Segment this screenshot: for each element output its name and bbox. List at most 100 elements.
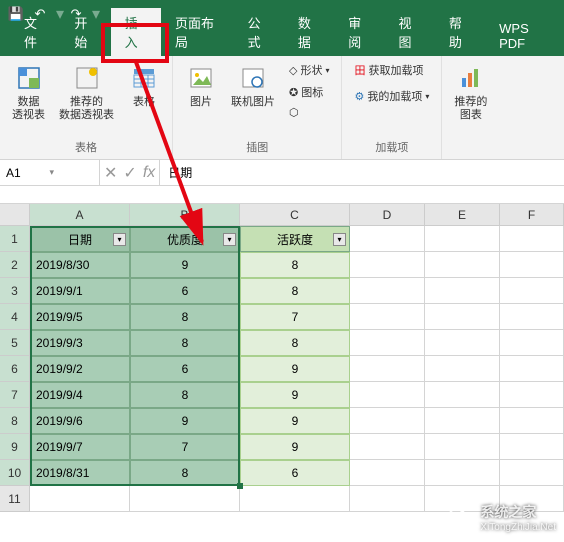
formula-input[interactable]: 日期 — [160, 164, 564, 181]
cell[interactable]: 7 — [130, 434, 240, 460]
cell[interactable] — [500, 278, 564, 304]
cell[interactable]: 2019/9/5 — [30, 304, 130, 330]
cell[interactable]: 2019/8/31 — [30, 460, 130, 486]
recommended-pivot-button[interactable]: 推荐的 数据透视表 — [55, 60, 118, 124]
cell[interactable]: 活跃度▾ — [240, 226, 350, 252]
cell[interactable] — [130, 486, 240, 512]
col-header-d[interactable]: D — [350, 204, 425, 226]
cell[interactable]: 7 — [240, 304, 350, 330]
cell[interactable] — [425, 252, 500, 278]
tab-page-layout[interactable]: 页面布局 — [161, 8, 234, 56]
row-header[interactable]: 5 — [0, 330, 30, 356]
cell[interactable] — [500, 356, 564, 382]
row-header[interactable]: 6 — [0, 356, 30, 382]
col-header-f[interactable]: F — [500, 204, 564, 226]
fx-icon[interactable]: fx — [143, 164, 155, 182]
online-image-button[interactable]: 联机图片 — [227, 60, 279, 111]
cell[interactable] — [425, 434, 500, 460]
cell[interactable]: 2019/9/1 — [30, 278, 130, 304]
cell[interactable] — [500, 330, 564, 356]
cell[interactable]: 8 — [130, 330, 240, 356]
cell[interactable] — [350, 434, 425, 460]
cell[interactable]: 8 — [240, 252, 350, 278]
row-header[interactable]: 2 — [0, 252, 30, 278]
recommended-charts-button[interactable]: 推荐的 图表 — [450, 60, 491, 124]
row-header[interactable]: 3 — [0, 278, 30, 304]
row-header[interactable]: 8 — [0, 408, 30, 434]
tab-wps-pdf[interactable]: WPS PDF — [485, 16, 564, 56]
cell[interactable] — [500, 434, 564, 460]
cell[interactable]: 8 — [240, 278, 350, 304]
get-addons-button[interactable]: 田获取加载项 — [350, 60, 433, 80]
cell[interactable] — [425, 304, 500, 330]
cell[interactable]: 2019/9/4 — [30, 382, 130, 408]
col-header-e[interactable]: E — [425, 204, 500, 226]
cell[interactable]: 9 — [130, 252, 240, 278]
icons-button[interactable]: ✪图标 — [285, 82, 333, 102]
3d-model-button[interactable]: ⬡ — [285, 104, 333, 121]
filter accumulate-dropdown-icon[interactable]: ▾ — [223, 233, 236, 246]
table-button[interactable]: 表格 — [124, 60, 164, 111]
row-header[interactable]: 4 — [0, 304, 30, 330]
cell[interactable]: 2019/9/7 — [30, 434, 130, 460]
my-addons-button[interactable]: ⚙我的加载项▾ — [350, 86, 433, 106]
tab-review[interactable]: 审阅 — [334, 8, 384, 56]
name-box[interactable]: A1▾ — [0, 160, 100, 185]
cell[interactable] — [350, 460, 425, 486]
cell[interactable] — [350, 252, 425, 278]
select-all-corner[interactable] — [0, 204, 30, 226]
tab-view[interactable]: 视图 — [385, 8, 435, 56]
cell[interactable] — [350, 356, 425, 382]
cell[interactable] — [425, 460, 500, 486]
cell[interactable] — [30, 486, 130, 512]
cell[interactable]: 日期▾ — [30, 226, 130, 252]
pivot-table-button[interactable]: 数据 透视表 — [8, 60, 49, 124]
cell[interactable] — [425, 278, 500, 304]
shapes-button[interactable]: ◇形状▾ — [285, 60, 333, 80]
cell[interactable] — [350, 304, 425, 330]
filter-dropdown-icon[interactable]: ▾ — [113, 233, 126, 246]
cell[interactable] — [425, 330, 500, 356]
cell[interactable] — [425, 226, 500, 252]
cell[interactable]: 2019/9/2 — [30, 356, 130, 382]
image-button[interactable]: 图片 — [181, 60, 221, 111]
cell[interactable] — [425, 356, 500, 382]
cell[interactable] — [350, 486, 425, 512]
cell[interactable]: 2019/9/6 — [30, 408, 130, 434]
row-header[interactable]: 9 — [0, 434, 30, 460]
cell[interactable]: 9 — [240, 434, 350, 460]
cell[interactable]: 8 — [130, 382, 240, 408]
cell[interactable]: 6 — [130, 278, 240, 304]
cell[interactable]: 8 — [130, 304, 240, 330]
row-header[interactable]: 11 — [0, 486, 30, 512]
tab-formulas[interactable]: 公式 — [234, 8, 284, 56]
tab-insert[interactable]: 插入 — [111, 8, 161, 56]
cell[interactable] — [500, 460, 564, 486]
cell[interactable]: 2019/9/3 — [30, 330, 130, 356]
cell[interactable]: 优质度▾ — [130, 226, 240, 252]
cell[interactable] — [350, 382, 425, 408]
col-header-b[interactable]: B — [130, 204, 240, 226]
cell[interactable]: 9 — [240, 356, 350, 382]
cancel-icon[interactable]: ✕ — [104, 163, 117, 183]
col-header-c[interactable]: C — [240, 204, 350, 226]
row-header[interactable]: 7 — [0, 382, 30, 408]
tab-home[interactable]: 开始 — [60, 8, 110, 56]
cell[interactable]: 8 — [240, 330, 350, 356]
cell[interactable]: 8 — [130, 460, 240, 486]
cell[interactable]: 9 — [240, 382, 350, 408]
cell[interactable] — [350, 278, 425, 304]
confirm-icon[interactable]: ✓ — [123, 163, 136, 183]
cell[interactable]: 6 — [130, 356, 240, 382]
cell[interactable] — [500, 226, 564, 252]
cell[interactable] — [350, 330, 425, 356]
cell[interactable]: 2019/8/30 — [30, 252, 130, 278]
row-header[interactable]: 1 — [0, 226, 30, 252]
filter-dropdown-icon[interactable]: ▾ — [333, 233, 346, 246]
tab-help[interactable]: 帮助 — [435, 8, 485, 56]
cell[interactable] — [350, 408, 425, 434]
cell[interactable]: 9 — [130, 408, 240, 434]
cell[interactable] — [240, 486, 350, 512]
tab-data[interactable]: 数据 — [284, 8, 334, 56]
cell[interactable] — [500, 382, 564, 408]
